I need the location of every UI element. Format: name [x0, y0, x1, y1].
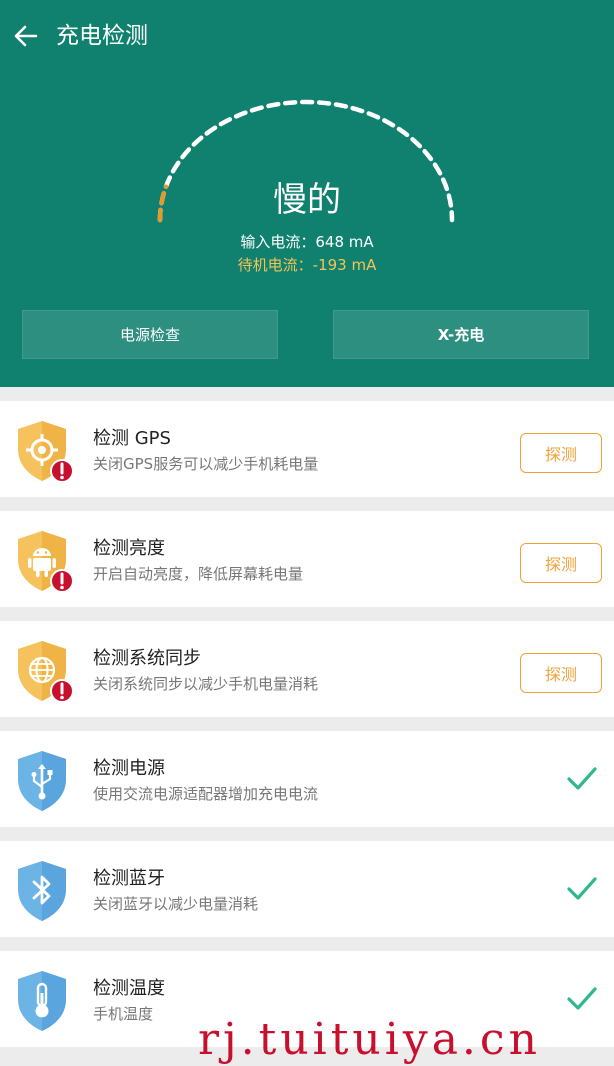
- back-arrow-icon[interactable]: [12, 22, 40, 50]
- power-check-button[interactable]: 电源检查: [22, 310, 278, 359]
- page-title: 充电检测: [56, 23, 148, 49]
- check-item-sync[interactable]: 检测系统同步 关闭系统同步以减少手机电量消耗 探测: [0, 621, 614, 717]
- probe-button[interactable]: 探测: [520, 653, 602, 693]
- check-item-title: 检测系统同步: [93, 648, 201, 669]
- bluetooth-icon: [18, 861, 66, 921]
- check-item-desc: 手机温度: [93, 1005, 154, 1023]
- check-item-title: 检测亮度: [93, 538, 165, 559]
- top-bar: 充电检测: [0, 0, 614, 72]
- probe-button[interactable]: 探测: [520, 433, 602, 473]
- probe-button[interactable]: 探测: [520, 543, 602, 583]
- check-item-desc: 关闭GPS服务可以减少手机耗电量: [93, 455, 319, 473]
- check-item-title: 检测 GPS: [93, 428, 171, 449]
- check-item-desc: 关闭系统同步以减少手机电量消耗: [93, 675, 319, 693]
- watermark-text: rj.tuituiya.cn: [198, 1014, 541, 1065]
- check-item-gps[interactable]: 检测 GPS 关闭GPS服务可以减少手机耗电量 探测: [0, 401, 614, 497]
- gps-icon: [18, 421, 74, 483]
- check-item-title: 检测温度: [93, 978, 165, 999]
- globe-icon: [18, 641, 74, 703]
- input-current-readout: 输入电流：648 mA: [240, 233, 374, 251]
- check-icon: [567, 877, 597, 900]
- usb-icon: [18, 751, 66, 811]
- check-icon: [567, 987, 597, 1010]
- check-item-desc: 关闭蓝牙以减少电量消耗: [93, 895, 259, 913]
- check-item-desc: 使用交流电源适配器增加充电电流: [93, 785, 319, 803]
- standby-current-readout: 待机电流：-193 mA: [237, 256, 377, 274]
- check-item-power[interactable]: 检测电源 使用交流电源适配器增加充电电流: [0, 731, 614, 827]
- check-item-title: 检测蓝牙: [93, 868, 165, 889]
- header-panel: 充电检测 慢的 输入电流：648 mA 待机电流：-193 mA 电源检查 X-…: [0, 0, 614, 387]
- android-icon: [18, 531, 74, 593]
- check-icon: [567, 767, 597, 790]
- thermometer-icon: [18, 971, 66, 1031]
- check-item-desc: 开启自动亮度，降低屏幕耗电量: [93, 565, 304, 583]
- x-charge-button[interactable]: X-充电: [333, 310, 589, 359]
- charging-speed-label: 慢的: [273, 180, 341, 220]
- check-item-brightness[interactable]: 检测亮度 开启自动亮度，降低屏幕耗电量 探测: [0, 511, 614, 607]
- check-item-bluetooth[interactable]: 检测蓝牙 关闭蓝牙以减少电量消耗: [0, 841, 614, 937]
- check-item-title: 检测电源: [93, 758, 165, 779]
